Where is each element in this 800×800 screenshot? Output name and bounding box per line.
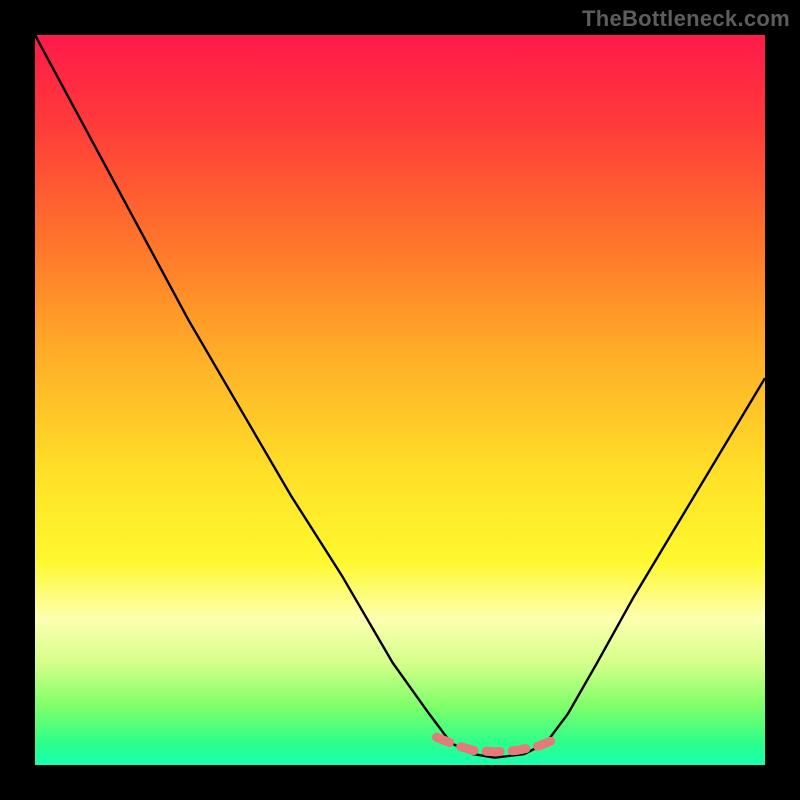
chart-frame: TheBottleneck.com — [0, 0, 800, 800]
bottleneck-chart — [0, 0, 800, 800]
plot-background — [35, 35, 765, 765]
watermark-text: TheBottleneck.com — [582, 6, 790, 32]
